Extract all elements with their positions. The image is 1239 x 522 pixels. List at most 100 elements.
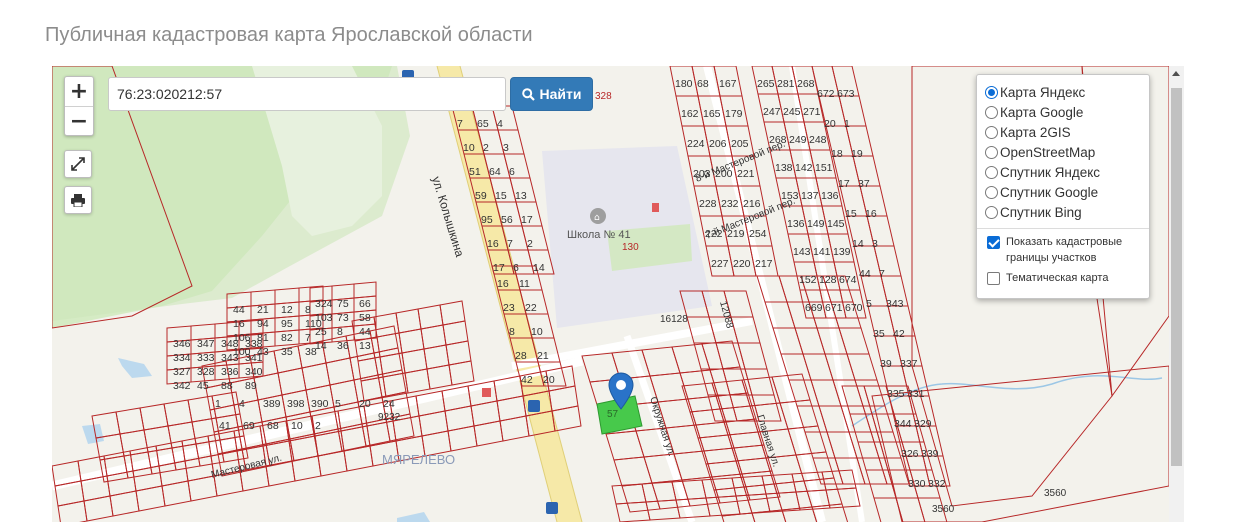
parcel-number: 4 [497, 118, 503, 130]
scrollbar[interactable] [1169, 66, 1184, 522]
parcel-number: 65 [477, 118, 489, 130]
overlay-option-label: Тематическая карта [1006, 272, 1109, 284]
parcel-number: 344 [894, 418, 912, 430]
parcel-number: 94 [257, 318, 269, 330]
parcel-number: 232 [721, 198, 739, 210]
parcel-number: 149 [807, 218, 825, 230]
parcel-number: 139 [833, 246, 851, 258]
parcel-number: 25 [315, 326, 327, 338]
parcel-number: 11 [519, 278, 530, 290]
parcel-number: 265 [757, 78, 775, 90]
radio-button[interactable] [985, 105, 998, 119]
parcel-number: 7 [507, 238, 513, 250]
parcel-number: 1 [844, 118, 850, 130]
parcel-number: 42 [893, 328, 905, 340]
parcel-number: 17 [521, 214, 533, 226]
cadastral-number-input[interactable] [108, 77, 506, 111]
radio-button[interactable] [985, 125, 998, 139]
checkbox[interactable] [987, 272, 1000, 285]
layer-option-label: Спутник Google [1000, 184, 1099, 200]
parcel-number: 41 [219, 420, 231, 432]
label-3560-b: 3560 [1044, 488, 1067, 499]
parcel-number: 3 [872, 238, 878, 250]
radio-button[interactable] [985, 165, 998, 179]
district-label: МЯРЕЛЕВО [382, 452, 455, 467]
layer-option[interactable]: Спутник Google [985, 182, 1141, 202]
radio-button[interactable] [985, 145, 998, 159]
layer-option[interactable]: Карта Яндекс [985, 82, 1141, 102]
parcel-number: 205 [731, 138, 749, 150]
parcel-number: 332 [928, 478, 946, 490]
parcel-number: 39 [880, 358, 892, 370]
parcel-number: 670 [845, 302, 863, 314]
parcel-number: 13 [359, 340, 371, 352]
layer-option[interactable]: Спутник Яндекс [985, 162, 1141, 182]
search-button[interactable]: Найти [510, 77, 593, 111]
parcel-number: 16 [487, 238, 499, 250]
layer-option[interactable]: OpenStreetMap [985, 142, 1141, 162]
layer-option[interactable]: Карта 2GIS [985, 122, 1141, 142]
parcel-number: 217 [755, 258, 773, 270]
checkbox[interactable] [987, 236, 1000, 249]
label-3560-a: 3560 [932, 504, 955, 515]
parcel-number: 59 [475, 190, 487, 202]
layer-option[interactable]: Карта Google [985, 102, 1141, 122]
scroll-thumb[interactable] [1171, 88, 1182, 466]
parcel-number: 82 [281, 332, 293, 344]
parcel-number: 7 [879, 268, 885, 280]
panel-divider [977, 228, 1149, 229]
parcel-number: 216 [743, 198, 761, 210]
parcel-number: 6 [509, 166, 515, 178]
fullscreen-button[interactable] [64, 150, 92, 178]
parcel-number: 328 [197, 366, 215, 378]
radio-button[interactable] [985, 205, 998, 219]
map-view[interactable]: 180 68 167 162 165 179 224 206 205 203 200 221 228 23… [52, 66, 1184, 522]
location-pin-icon[interactable] [608, 372, 634, 410]
overlay-option[interactable]: Показать кадастровые границы участков [985, 234, 1141, 266]
search-icon [521, 87, 535, 101]
parcel-number: 13 [515, 190, 527, 202]
building-marker [482, 388, 491, 397]
parcel-number: 674 [839, 274, 857, 286]
building-marker [652, 203, 659, 212]
parcel-number: 248 [809, 134, 827, 146]
layer-option-label: Карта 2GIS [1000, 124, 1071, 140]
overlay-option[interactable]: Тематическая карта [985, 270, 1141, 286]
parcel-number: 28 [515, 350, 527, 362]
zoom-in-button[interactable]: + [65, 77, 93, 106]
parcel-number: 19 [851, 148, 863, 160]
zoom-control: + − [64, 76, 94, 136]
parcel-number: 89 [245, 380, 257, 392]
parcel-number: 249 [789, 134, 807, 146]
parcel-number: 337 [900, 358, 918, 370]
radio-button[interactable] [985, 85, 998, 99]
svg-text:⌂: ⌂ [594, 213, 600, 223]
scroll-up-arrow-icon[interactable] [1172, 71, 1180, 76]
layer-option-label: Карта Google [1000, 104, 1084, 120]
parcel-number: 16 [497, 278, 509, 290]
parcel-number: 254 [749, 228, 767, 240]
parcel-number: 100 [233, 346, 251, 358]
layer-option[interactable]: Спутник Bing [985, 202, 1141, 222]
zoom-out-button[interactable]: − [65, 106, 93, 135]
bus-stop-icon[interactable] [546, 502, 558, 514]
parcel-number: 136 [821, 190, 839, 202]
parcel-number: 15 [495, 190, 507, 202]
page-title: Публичная кадастровая карта Ярославской … [45, 24, 533, 46]
parcel-number: 35 [873, 328, 885, 340]
parcel-number: 336 [221, 366, 239, 378]
bus-stop-icon[interactable] [528, 400, 540, 412]
print-button[interactable] [64, 186, 92, 214]
parcel-number: 18 [831, 148, 843, 160]
radio-button[interactable] [985, 185, 998, 199]
parcel-number: 10 [291, 420, 303, 432]
parcel-number: 81 [257, 332, 269, 344]
parcel-number: 69 [243, 420, 255, 432]
layer-option-label: Спутник Яндекс [1000, 164, 1101, 180]
parcel-number: 165 [703, 108, 721, 120]
parcel-number: 136 [787, 218, 805, 230]
parcel-number: 347 [197, 338, 215, 350]
parcel-number: 329 [914, 418, 932, 430]
parcel-number: 206 [709, 138, 727, 150]
parcel-number: 220 [733, 258, 751, 270]
